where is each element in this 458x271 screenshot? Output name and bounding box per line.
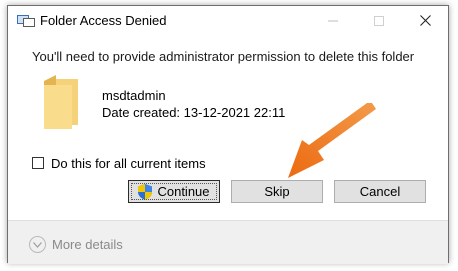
maximize-button[interactable] [356, 6, 402, 35]
cancel-button[interactable]: Cancel [334, 180, 426, 203]
skip-button[interactable]: Skip [231, 180, 323, 203]
cancel-label: Cancel [359, 184, 401, 199]
window-title: Folder Access Denied [40, 13, 167, 28]
more-details-label[interactable]: More details [52, 237, 123, 252]
continue-label: Continue [157, 184, 210, 199]
file-transfer-icon [17, 15, 35, 27]
title-bar[interactable]: Folder Access Denied [8, 6, 448, 35]
folder-icon [44, 75, 78, 129]
dialog-footer: More details [8, 220, 448, 264]
item-date-created: Date created: 13-12-2021 22:11 [102, 105, 286, 120]
continue-button[interactable]: Continue [128, 180, 220, 203]
uac-shield-icon [138, 183, 153, 200]
skip-label: Skip [264, 184, 290, 199]
close-icon [419, 15, 431, 26]
apply-to-all-checkbox-row[interactable]: Do this for all current items [32, 155, 206, 171]
dialog-window: Folder Access Denied You'll need to prov… [7, 5, 449, 264]
maximize-icon [374, 15, 384, 26]
minimize-button[interactable] [310, 6, 356, 35]
apply-to-all-checkbox[interactable] [32, 157, 44, 169]
minimize-icon [328, 20, 338, 21]
chevron-down-icon[interactable] [29, 236, 46, 253]
dialog-message: You'll need to provide administrator per… [32, 49, 415, 64]
more-details-toggle[interactable]: More details [29, 236, 123, 253]
apply-to-all-label[interactable]: Do this for all current items [51, 156, 206, 171]
close-button[interactable] [402, 6, 448, 35]
item-name: msdtadmin [102, 88, 166, 103]
